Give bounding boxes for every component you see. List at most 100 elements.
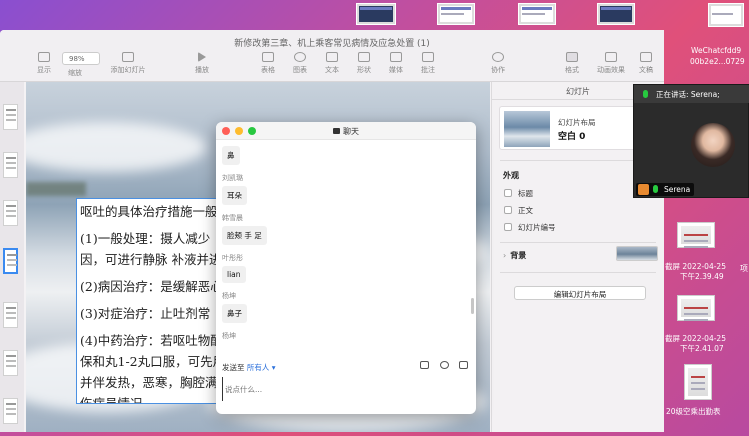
window-thumbnail[interactable]: [356, 3, 396, 25]
window-thumbnail[interactable]: [437, 3, 475, 25]
screenshot-icon[interactable]: [439, 361, 449, 369]
message-sender: 刘凯璐: [222, 174, 243, 182]
message-text: 耳朵: [222, 186, 247, 205]
video-panel: 正在讲话: Serena; Serena: [633, 84, 749, 198]
chat-message: 鼻: [222, 146, 466, 165]
add-slide-button[interactable]: 添加幻灯片: [106, 52, 150, 75]
desktop-document-icon[interactable]: [684, 364, 712, 400]
slide-layout-card[interactable]: 幻灯片布局 空白 0: [499, 106, 641, 150]
play-label: 播放: [195, 66, 209, 74]
desktop-file-label: 下午2.41.07: [680, 344, 724, 353]
participant-video[interactable]: [691, 123, 735, 167]
chart-icon: [294, 52, 306, 62]
chat-title: 聊天: [216, 126, 476, 137]
desktop-file-wechat-icon[interactable]: [708, 3, 744, 27]
chat-bubble-icon: [333, 128, 340, 134]
edit-slide-layout-button[interactable]: 编辑幻灯片布局: [514, 286, 646, 300]
chat-title-text: 聊天: [343, 127, 359, 136]
view-label: 显示: [37, 66, 51, 74]
slide-thumbnail[interactable]: [3, 200, 18, 226]
zoom-select[interactable]: 98%: [62, 52, 100, 65]
slide-number-checkbox[interactable]: 幻灯片编号: [504, 222, 556, 233]
top-window-thumbnails: [0, 0, 749, 30]
message-text: 脸颊 手 足: [222, 226, 267, 245]
divider: [500, 272, 656, 273]
chat-message: 韩雪晨 脸颊 手 足: [222, 213, 466, 245]
slide-thumbnail[interactable]: [3, 302, 18, 328]
desktop-file-label: 截屏 2022-04-25: [665, 334, 726, 343]
checkbox-icon: [504, 223, 512, 231]
send-to-select[interactable]: 所有人 ▾: [247, 363, 276, 372]
microphone-icon: [653, 185, 658, 193]
table-icon: [262, 52, 274, 62]
message-text: lian: [222, 266, 246, 283]
compose-tools: [412, 361, 468, 370]
table-label: 表格: [261, 66, 275, 74]
speaking-indicator: 正在讲话: Serena;: [634, 85, 749, 103]
checkbox-label: 标题: [518, 189, 533, 198]
message-text: 鼻子: [222, 304, 247, 323]
document-button[interactable]: 文稿: [628, 52, 664, 75]
slide-navigator: [0, 82, 24, 432]
title-checkbox[interactable]: 标题: [504, 188, 533, 199]
desktop-screenshot-icon[interactable]: [677, 295, 715, 321]
layout-label: 幻灯片布局: [558, 118, 596, 127]
layout-value: 空白 0: [558, 132, 586, 142]
message-text: 鼻: [222, 146, 240, 165]
document-label: 文稿: [639, 66, 653, 74]
body-checkbox[interactable]: 正文: [504, 205, 533, 216]
participant-name-tag: Serena: [636, 183, 695, 196]
more-options-icon[interactable]: [459, 361, 468, 369]
sidebar-icon: [38, 52, 50, 62]
collaborate-button[interactable]: 协作: [478, 52, 518, 75]
comment-button[interactable]: 批注: [408, 52, 448, 75]
media-label: 媒体: [389, 66, 403, 74]
add-slide-label: 添加幻灯片: [110, 66, 146, 74]
checkbox-icon: [504, 189, 512, 197]
background-row[interactable]: › 背景: [503, 246, 658, 261]
text-label: 文本: [325, 66, 339, 74]
chat-message: 杨坤: [222, 331, 466, 341]
background-swatch[interactable]: [616, 246, 658, 261]
shape-label: 形状: [357, 66, 371, 74]
animate-label: 动画效果: [597, 66, 625, 74]
play-button[interactable]: 播放: [182, 52, 222, 75]
window-thumbnail[interactable]: [518, 3, 556, 25]
desktop-edge-text: 项: [740, 264, 748, 273]
participant-name: Serena: [664, 185, 691, 194]
message-sender: 韩雪晨: [222, 214, 243, 222]
slide-thumbnail[interactable]: [3, 104, 18, 130]
slide-thumbnail-selected[interactable]: [3, 248, 18, 274]
message-sender: 杨坤: [222, 292, 236, 300]
file-icon[interactable]: [420, 361, 430, 369]
speaking-label: 正在讲话: Serena;: [656, 90, 720, 99]
chart-label: 图表: [293, 66, 307, 74]
checkbox-label: 幻灯片编号: [518, 223, 556, 232]
collaborate-icon: [492, 52, 504, 62]
desktop-screenshot-icon[interactable]: [677, 222, 715, 248]
animate-button[interactable]: 动画效果: [590, 52, 632, 75]
window-thumbnail[interactable]: [597, 3, 635, 25]
media-icon: [390, 52, 402, 62]
toolbar: 新修改第三章、机上乘客常见病情及应急处置 (1) 显示 98% 缩放 添加幻灯片…: [0, 30, 664, 82]
microphone-icon: [643, 90, 648, 98]
view-button[interactable]: 显示: [24, 52, 64, 75]
zoom-label: 缩放: [68, 69, 82, 77]
chat-scrollbar[interactable]: [471, 298, 474, 314]
format-brush-icon: [566, 52, 578, 62]
message-sender: 杨坤: [222, 332, 236, 340]
desktop-file-label: 20级空乘出勤表: [666, 407, 721, 416]
slide-thumbnail[interactable]: [3, 350, 18, 376]
format-button[interactable]: 格式: [552, 52, 592, 75]
chevron-right-icon: ›: [503, 251, 507, 260]
chat-window: 聊天 鼻 刘凯璐 耳朵 韩雪晨 脸颊 手 足 叶彤彤 lian 杨坤 鼻子 杨坤…: [216, 122, 476, 414]
slide-thumbnail[interactable]: [3, 152, 18, 178]
format-label: 格式: [565, 66, 579, 74]
chat-message-list[interactable]: 鼻 刘凯璐 耳朵 韩雪晨 脸颊 手 足 叶彤彤 lian 杨坤 鼻子 杨坤: [216, 140, 472, 358]
slide-thumbnail[interactable]: [3, 398, 18, 424]
background-label: 背景: [510, 251, 527, 260]
chat-message: 叶彤彤 lian: [222, 253, 466, 283]
chat-titlebar: 聊天: [216, 122, 476, 140]
chat-message-input[interactable]: [222, 377, 468, 401]
background-land: [26, 182, 86, 196]
